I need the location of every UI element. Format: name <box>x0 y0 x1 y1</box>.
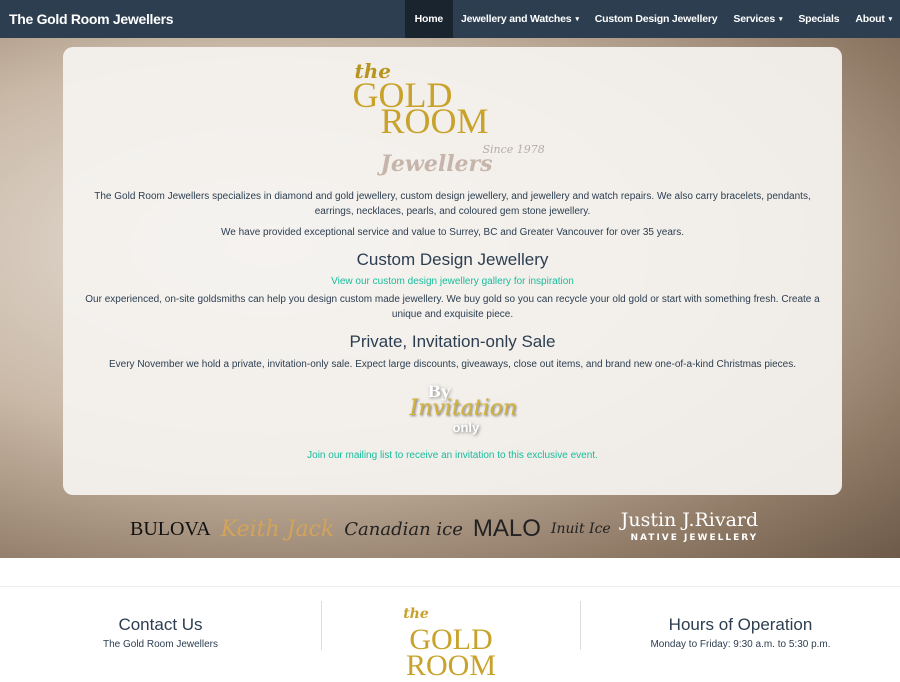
brand-inuit-ice: Inuit Ice <box>550 521 611 537</box>
intro-text: The Gold Room Jewellers specializes in d… <box>94 191 811 217</box>
nav-jewellery-watches[interactable]: Jewellery and Watches ▾ <box>453 0 587 38</box>
footer-logo: the GOLD ROOM <box>322 601 580 682</box>
custom-design-text: Our experienced, on-site goldsmiths can … <box>85 294 820 320</box>
brand-justin-sub: NATIVE JEWELLERY <box>630 533 759 543</box>
custom-design-heading: Custom Design Jewellery <box>356 250 549 269</box>
custom-gallery-link[interactable]: View our custom design jewellery gallery… <box>83 276 822 287</box>
sale-text: Every November we hold a private, invita… <box>109 359 796 370</box>
logo-room: ROOM <box>380 101 489 141</box>
content-panel: the GOLD ROOM Since 1978 Jewellers The G… <box>63 47 842 495</box>
footer-logo-room: ROOM <box>405 649 496 682</box>
caret-down-icon: ▾ <box>779 16 783 23</box>
badge-only: only <box>452 420 480 435</box>
brand-logos: BULOVA Keith Jack Canadian ice MALO Inui… <box>130 508 780 550</box>
nav-home[interactable]: Home <box>404 0 454 38</box>
nav-label: Services <box>733 13 775 25</box>
hero-section: the GOLD ROOM Since 1978 Jewellers The G… <box>0 38 900 558</box>
footer-logo-column: the GOLD ROOM <box>322 601 581 681</box>
logo-jewellers: Jewellers <box>380 151 493 177</box>
nav-specials[interactable]: Specials <box>790 0 847 38</box>
mailing-list-link[interactable]: Join our mailing list to receive an invi… <box>83 450 822 461</box>
gold-room-logo: the GOLD ROOM Since 1978 Jewellers <box>353 59 553 179</box>
nav-about[interactable]: About ▾ <box>847 0 900 38</box>
nav-label: Home <box>414 13 444 25</box>
caret-down-icon: ▾ <box>888 16 893 23</box>
sale-heading: Private, Invitation-only Sale <box>349 332 556 351</box>
nav-custom-design[interactable]: Custom Design Jewellery <box>587 0 726 38</box>
navbar: The Gold Room Jewellers Home Jewellery a… <box>0 0 900 38</box>
caret-down-icon: ▾ <box>575 16 579 23</box>
brand-canadian-ice: Canadian ice <box>344 518 463 540</box>
nav-label: About <box>855 13 885 25</box>
brand-justin-rivard: Justin J.Rivard NATIVE JEWELLERY <box>621 511 758 547</box>
brand-malo: MALO <box>472 515 541 542</box>
brand-justin-name: Justin J.Rivard <box>620 509 759 531</box>
brand-link[interactable]: The Gold Room Jewellers <box>0 11 405 27</box>
hours-heading: Hours of Operation <box>668 615 813 634</box>
footer: Contact Us The Gold Room Jewellers the GO… <box>0 586 900 681</box>
hours-column: Hours of Operation Monday to Friday: 9:3… <box>581 601 900 650</box>
badge-invitation: Invitation <box>409 396 518 421</box>
brand-bulova: BULOVA <box>130 517 211 540</box>
nav-label: Jewellery and Watches <box>461 13 572 25</box>
nav-menu: Home Jewellery and Watches ▾ Custom Desig… <box>404 0 900 38</box>
brand-keith-jack: Keith Jack <box>220 516 335 542</box>
by-invitation-badge: By Invitation only <box>398 382 518 442</box>
nav-services[interactable]: Services ▾ <box>725 0 790 38</box>
nav-label: Custom Design Jewellery <box>594 13 718 25</box>
history-text: We have provided exceptional service and… <box>220 227 685 238</box>
nav-label: Specials <box>798 13 840 25</box>
